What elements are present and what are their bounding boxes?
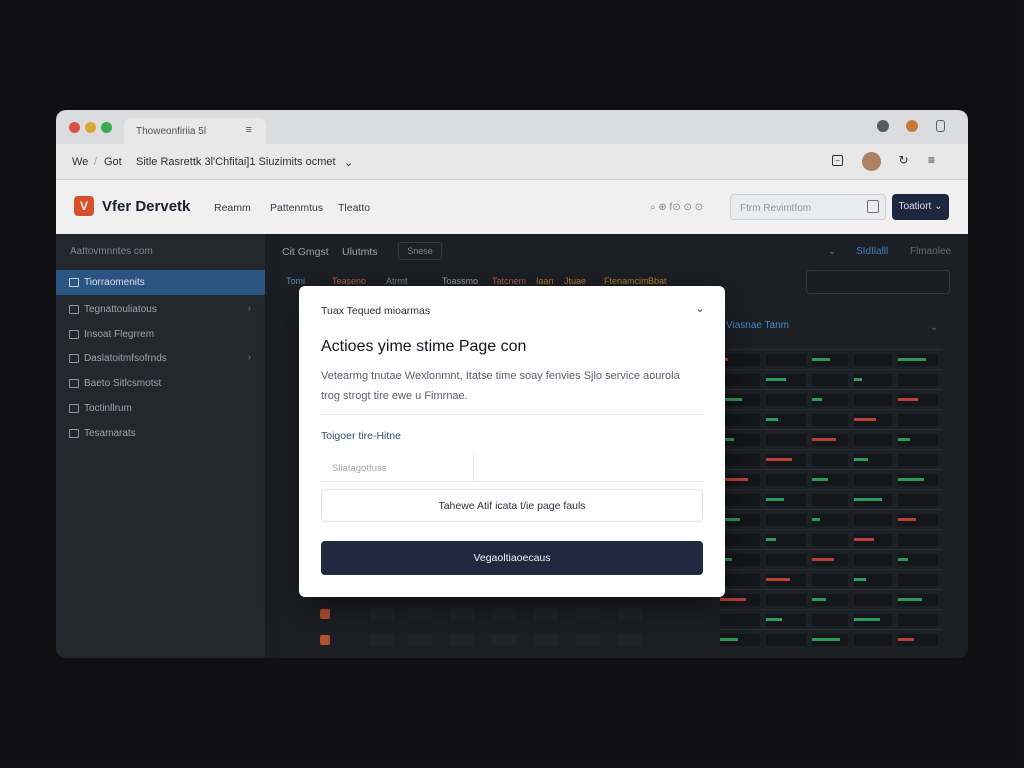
chevron-down-icon[interactable]: ⌄ (695, 301, 705, 315)
field-label: Toigoer tire-Hitne (321, 430, 401, 442)
modal-title: Actioes yime stime Page con (321, 338, 527, 355)
primary-button[interactable]: Vegaoltiaoecaus (321, 541, 703, 575)
modal-header: Tuax Tequed mioarmas (321, 305, 431, 317)
secondary-button[interactable]: Tahewe Atif icata t/ie page fauls (321, 489, 703, 522)
modal-input-field[interactable]: Sliatagotfuss (321, 454, 703, 482)
divider (321, 414, 703, 415)
input-placeholder[interactable]: Sliatagotfuss (321, 454, 474, 482)
modal-dialog: Tuax Tequed mioarmas ⌄ Actioes yime stim… (299, 286, 725, 597)
modal-description: Vetearmg tnutae Wexlonmnt, Itatse time s… (321, 370, 680, 402)
